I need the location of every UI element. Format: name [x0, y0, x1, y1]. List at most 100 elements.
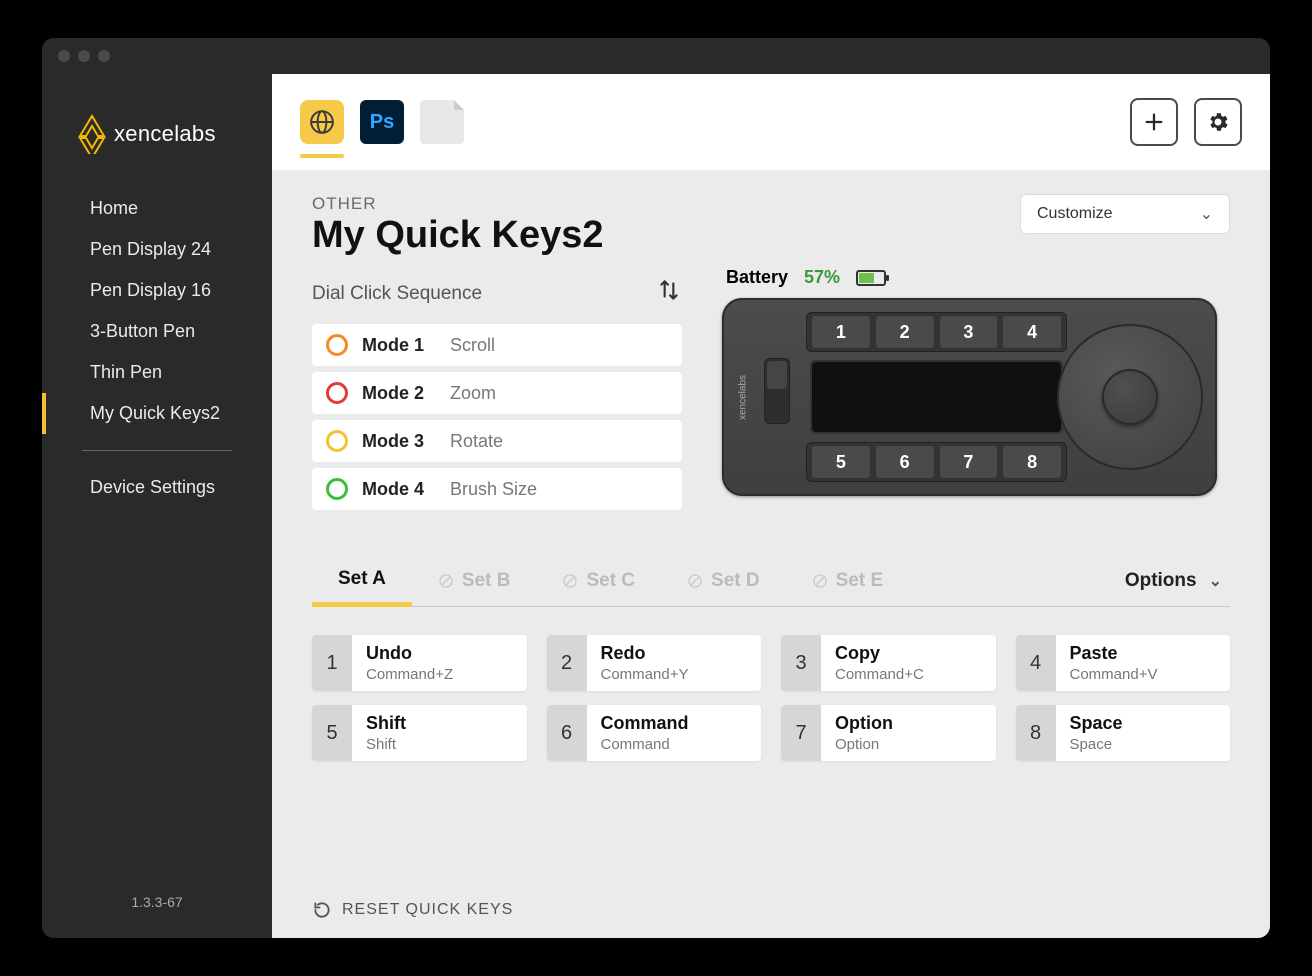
key-number: 8	[1016, 705, 1056, 761]
settings-button[interactable]	[1194, 98, 1242, 146]
set-tab: Set B	[412, 558, 537, 604]
device-dial	[1057, 324, 1203, 470]
key-number: 3	[781, 635, 821, 691]
sidebar-nav: Home Pen Display 24 Pen Display 16 3-But…	[42, 188, 272, 508]
key-number: 5	[312, 705, 352, 761]
reset-quick-keys-button[interactable]: RESET QUICK KEYS	[312, 866, 1230, 920]
dial-sequence-panel: Dial Click Sequence Mode 1 Scroll Mode 2 Zo…	[312, 267, 682, 516]
set-options-menu[interactable]: Options ⌄	[1125, 570, 1230, 592]
key-assignment-grid: 1UndoCommand+Z2RedoCommand+Y3CopyCommand…	[312, 635, 1230, 761]
mode-name: Mode 2	[362, 383, 436, 404]
main: Ps OTHER My Quick Keys2	[272, 74, 1270, 938]
sidebar-item-devicesettings[interactable]: Device Settings	[42, 467, 272, 508]
sidebar-item-label: My Quick Keys2	[90, 403, 220, 423]
mode-action: Zoom	[450, 383, 496, 404]
topbar: Ps	[272, 74, 1270, 170]
sidebar-divider	[82, 450, 232, 451]
gear-icon	[1206, 110, 1230, 134]
key-assignment-card[interactable]: 3CopyCommand+C	[781, 635, 996, 691]
mode-action: Scroll	[450, 335, 495, 356]
key-shortcut: Option	[835, 736, 893, 753]
key-label: Paste	[1070, 643, 1158, 664]
battery-status: Battery 57%	[726, 267, 1230, 288]
sidebar-item-3buttonpen[interactable]: 3-Button Pen	[42, 311, 272, 352]
sidebar-item-pendisplay24[interactable]: Pen Display 24	[42, 229, 272, 270]
mode-action: Brush Size	[450, 479, 537, 500]
mode-action: Rotate	[450, 431, 503, 452]
device-key: 6	[875, 445, 935, 479]
key-assignment-card[interactable]: 2 Redo Command+Y	[547, 635, 762, 691]
key-label: Space	[1070, 713, 1123, 734]
device-key-row-top: 1234	[806, 312, 1067, 352]
customize-select[interactable]: Customize ⌄	[1020, 194, 1230, 234]
sidebar-item-label: Home	[90, 198, 138, 218]
sidebar-item-home[interactable]: Home	[42, 188, 272, 229]
device-key: 4	[1002, 315, 1062, 349]
reset-label: RESET QUICK KEYS	[342, 901, 513, 919]
content: OTHER My Quick Keys2 Customize ⌄ Dial Cl…	[272, 170, 1270, 938]
set-tab: Set C	[536, 558, 661, 604]
device-illustration: xencelabs 1234 5678	[722, 298, 1217, 496]
key-assignment-card[interactable]: 1UndoCommand+Z	[312, 635, 527, 691]
reorder-icon[interactable]	[656, 277, 682, 310]
dial-mode-row[interactable]: Mode 3Rotate	[312, 420, 682, 462]
dial-mode-row[interactable]: Mode 4 Brush Size	[312, 468, 682, 510]
dial-sequence-title: Dial Click Sequence	[312, 283, 482, 305]
battery-percent: 57%	[804, 267, 840, 288]
plus-icon	[1143, 111, 1165, 133]
photoshop-icon: Ps	[370, 111, 394, 134]
key-label: Redo	[601, 643, 689, 664]
key-assignment-card[interactable]: 6CommandCommand	[547, 705, 762, 761]
sidebar-item-quickkeys[interactable]: My Quick Keys2	[42, 393, 272, 434]
tab-label: Set D	[711, 570, 760, 592]
key-label: Command	[601, 713, 689, 734]
key-shortcut: Command+Z	[366, 666, 453, 683]
set-tabs: Set ASet BSet C Set D Set E Options ⌄	[312, 556, 1230, 607]
window-zoom-icon[interactable]	[98, 50, 110, 62]
sidebar-item-thinpen[interactable]: Thin Pen	[42, 352, 272, 393]
device-key: 1	[811, 315, 871, 349]
device-brand-label: xencelabs	[730, 318, 756, 476]
customize-label: Customize	[1037, 205, 1113, 223]
brand-text: xencelabs	[114, 121, 216, 147]
dial-mode-row[interactable]: Mode 2 Zoom	[312, 372, 682, 414]
disabled-icon	[812, 573, 828, 589]
sidebar: xencelabs Home Pen Display 24 Pen Displa…	[42, 74, 272, 938]
key-assignment-card[interactable]: 7 Option Option	[781, 705, 996, 761]
app-chip-global[interactable]	[300, 100, 344, 144]
mode-name: Mode 1	[362, 335, 436, 356]
window-close-icon[interactable]	[58, 50, 70, 62]
mode-color-icon	[326, 478, 348, 500]
sidebar-item-label: Thin Pen	[90, 362, 162, 382]
dial-mode-row[interactable]: Mode 1 Scroll	[312, 324, 682, 366]
app-chip-photoshop[interactable]: Ps	[360, 100, 404, 144]
sidebar-item-pendisplay16[interactable]: Pen Display 16	[42, 270, 272, 311]
app-chip-blank[interactable]	[420, 100, 464, 144]
disabled-icon	[438, 573, 454, 589]
window-minimize-icon[interactable]	[78, 50, 90, 62]
device-preview-panel: Battery 57% xencelabs 1234 5678	[722, 267, 1230, 496]
sidebar-item-label: Pen Display 24	[90, 239, 211, 259]
battery-label: Battery	[726, 267, 788, 288]
device-key-row-bottom: 5678	[806, 442, 1067, 482]
key-label: Option	[835, 713, 893, 734]
mode-color-icon	[326, 334, 348, 356]
disabled-icon	[687, 573, 703, 589]
add-app-button[interactable]	[1130, 98, 1178, 146]
key-number: 7	[781, 705, 821, 761]
key-shortcut: Command+Y	[601, 666, 689, 683]
key-number: 2	[547, 635, 587, 691]
reset-icon	[312, 900, 332, 920]
key-assignment-card[interactable]: 4PasteCommand+V	[1016, 635, 1231, 691]
key-assignment-card[interactable]: 8SpaceSpace	[1016, 705, 1231, 761]
key-shortcut: Command+V	[1070, 666, 1158, 683]
mode-color-icon	[326, 430, 348, 452]
set-tab[interactable]: Set A	[312, 556, 412, 607]
brand-logo-icon	[78, 114, 106, 154]
page-title: My Quick Keys2	[312, 214, 603, 257]
key-assignment-card[interactable]: 5ShiftShift	[312, 705, 527, 761]
chevron-down-icon: ⌄	[1209, 571, 1222, 591]
mode-name: Mode 4	[362, 479, 436, 500]
set-tab: Set E	[786, 558, 910, 604]
key-label: Undo	[366, 643, 453, 664]
